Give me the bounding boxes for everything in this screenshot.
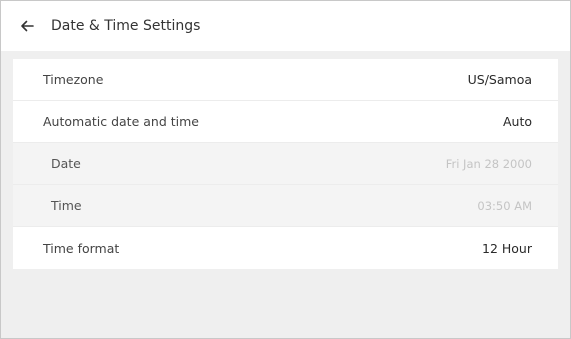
settings-list: Timezone US/Samoa Automatic date and tim… <box>13 59 558 269</box>
header-bar: Date & Time Settings <box>1 1 570 51</box>
setting-value: Auto <box>502 114 532 129</box>
setting-value: 03:50 AM <box>477 198 532 213</box>
setting-label: Time <box>51 198 82 213</box>
setting-label: Date <box>51 156 81 171</box>
settings-screen: Date & Time Settings Timezone US/Samoa A… <box>0 0 571 339</box>
setting-row-date: Date Fri Jan 28 2000 <box>13 143 558 185</box>
back-button[interactable] <box>17 16 37 36</box>
setting-row-timezone[interactable]: Timezone US/Samoa <box>13 59 558 101</box>
setting-value: Fri Jan 28 2000 <box>445 156 532 171</box>
setting-label: Timezone <box>43 72 104 87</box>
setting-row-automatic-date-time[interactable]: Automatic date and time Auto <box>13 101 558 143</box>
setting-value: US/Samoa <box>467 72 532 87</box>
setting-label: Time format <box>43 240 120 256</box>
page-title: Date & Time Settings <box>51 18 201 34</box>
setting-value: 12 Hour <box>482 240 532 256</box>
arrow-left-icon <box>21 20 34 32</box>
setting-label: Automatic date and time <box>43 114 199 129</box>
setting-row-time: Time 03:50 AM <box>13 185 558 227</box>
setting-row-time-format[interactable]: Time format 12 Hour <box>13 227 558 269</box>
